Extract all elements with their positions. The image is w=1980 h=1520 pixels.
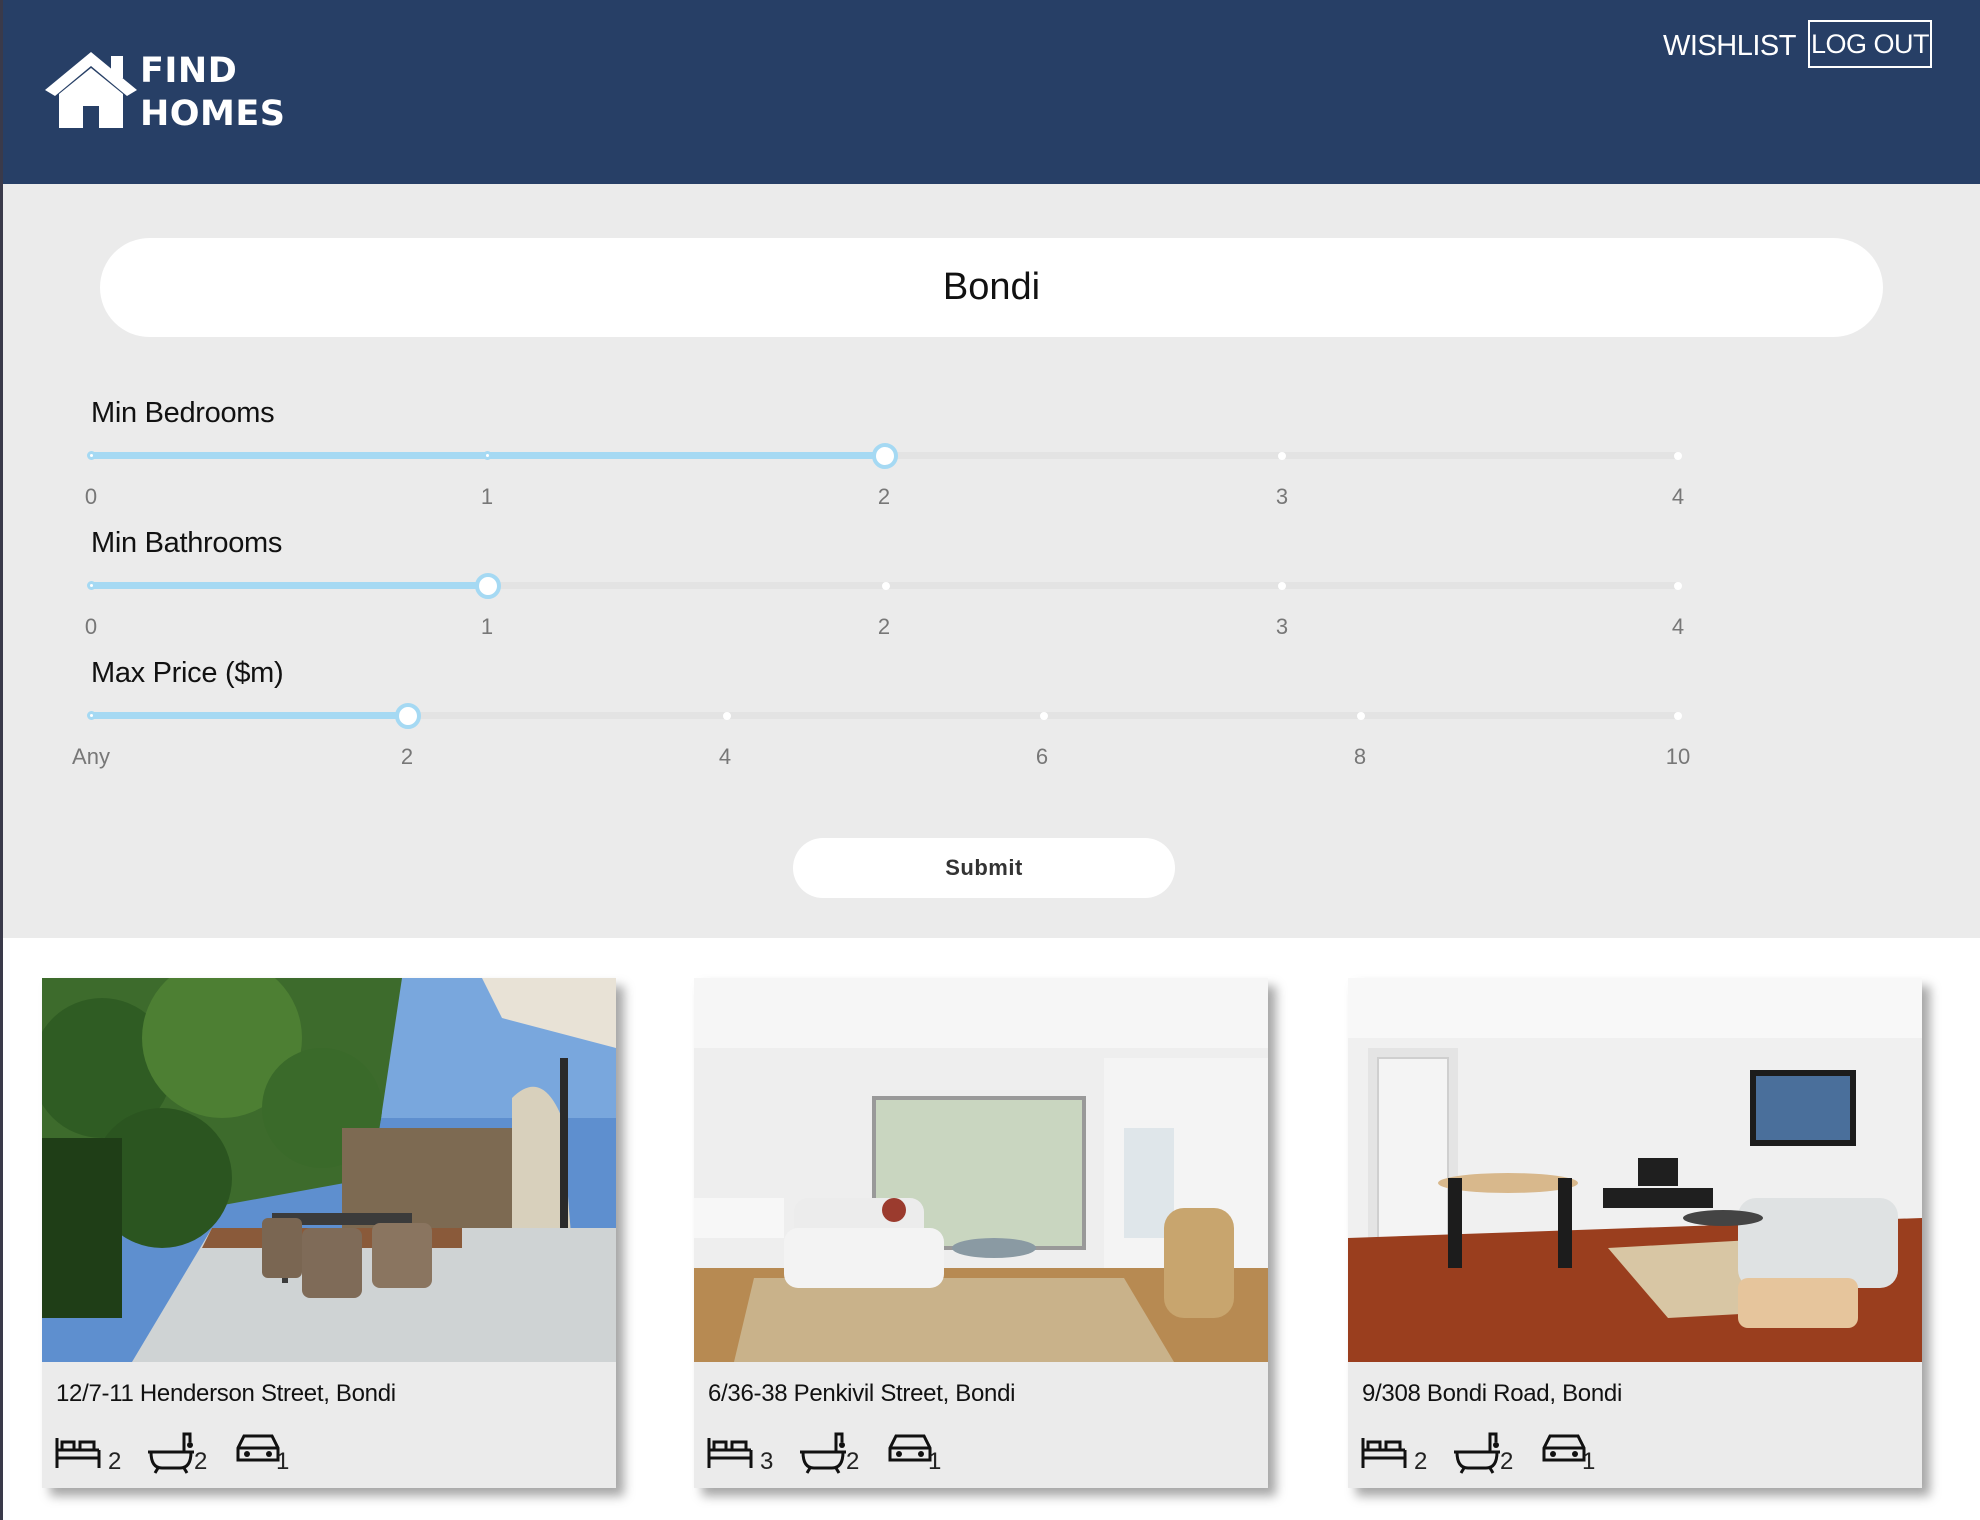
slider-tick-label: 0: [84, 614, 98, 639]
house-icon: [45, 52, 137, 128]
min-bathrooms-label: Min Bathrooms: [91, 527, 283, 559]
slider-tick-label: 2: [877, 614, 891, 639]
min-bedrooms-label: Min Bedrooms: [91, 397, 275, 429]
bed-count: 3: [760, 1448, 774, 1475]
bathtub-icon: [148, 1432, 194, 1474]
slider-step[interactable]: [1040, 712, 1048, 720]
slider-tick-label: 6: [1035, 744, 1049, 769]
listing-photo[interactable]: [42, 978, 616, 1362]
slider-fill: [91, 712, 407, 719]
listing-card[interactable]: 6/36-38 Penkivil Street, Bondi 3 2 1: [694, 978, 1268, 1488]
car-count: 1: [928, 1448, 942, 1475]
car-icon: [1542, 1434, 1586, 1462]
slider-tick-label: Any: [72, 744, 110, 769]
slider-step[interactable]: [1278, 582, 1286, 590]
logo-line-1: FIND: [140, 51, 238, 91]
bath-count: 2: [194, 1448, 208, 1475]
slider-tick-label: 0: [84, 484, 98, 509]
slider-tick-label: 4: [1671, 484, 1685, 509]
slider-tick-label: 2: [877, 484, 891, 509]
bed-icon: [1361, 1438, 1407, 1468]
bed-count: 2: [1414, 1448, 1428, 1475]
slider-fill: [91, 582, 487, 589]
slider-step[interactable]: [882, 582, 890, 590]
car-count: 1: [276, 1448, 290, 1475]
slider-handle[interactable]: [475, 573, 501, 599]
slider-tick-label: 3: [1275, 484, 1289, 509]
bath-count: 2: [846, 1448, 860, 1475]
bed-count: 2: [108, 1448, 122, 1475]
filter-panel: Bondi Min Bedrooms 0 1 2 3 4 Min Bathroo…: [3, 184, 1980, 938]
slider-tick-label: 10: [1665, 744, 1691, 769]
slider-step[interactable]: [1674, 452, 1682, 460]
bed-icon: [707, 1438, 753, 1468]
listing-photo[interactable]: [1348, 978, 1922, 1362]
site-header: FIND HOMES WISHLIST LOG OUT: [3, 0, 1980, 184]
logo-text: FIND HOMES: [140, 50, 286, 136]
suburb-search-input[interactable]: Bondi: [100, 238, 1883, 337]
slider-step[interactable]: [87, 711, 96, 720]
slider-step[interactable]: [1674, 712, 1682, 720]
logo-line-2: HOMES: [140, 94, 286, 134]
bath-count: 2: [1500, 1448, 1514, 1475]
slider-tick-label: 3: [1275, 614, 1289, 639]
slider-step[interactable]: [1357, 712, 1365, 720]
slider-tick-label: 4: [718, 744, 732, 769]
listing-address: 9/308 Bondi Road, Bondi: [1362, 1380, 1622, 1407]
listing-photo[interactable]: [694, 978, 1268, 1362]
logo[interactable]: FIND HOMES: [43, 48, 286, 138]
wishlist-link[interactable]: WISHLIST: [1663, 26, 1796, 66]
slider-handle[interactable]: [395, 703, 421, 729]
slider-step[interactable]: [1674, 582, 1682, 590]
slider-tick-label: 4: [1671, 614, 1685, 639]
slider-tick-label: 1: [480, 614, 494, 639]
slider-step[interactable]: [483, 451, 492, 460]
slider-step[interactable]: [87, 581, 96, 590]
slider-step[interactable]: [87, 451, 96, 460]
slider-tick-label: 2: [400, 744, 414, 769]
listing-card[interactable]: 9/308 Bondi Road, Bondi 2 2 1: [1348, 978, 1922, 1488]
car-icon: [236, 1434, 280, 1462]
car-count: 1: [1582, 1448, 1596, 1475]
bathtub-icon: [800, 1432, 846, 1474]
car-icon: [888, 1434, 932, 1462]
bathtub-icon: [1454, 1432, 1500, 1474]
listing-address: 12/7-11 Henderson Street, Bondi: [56, 1380, 396, 1407]
listing-address: 6/36-38 Penkivil Street, Bondi: [708, 1380, 1016, 1407]
logout-button[interactable]: LOG OUT: [1808, 20, 1932, 68]
bed-icon: [55, 1438, 101, 1468]
slider-handle[interactable]: [872, 443, 898, 469]
slider-step[interactable]: [1278, 452, 1286, 460]
max-price-label: Max Price ($m): [91, 657, 284, 689]
slider-step[interactable]: [723, 712, 731, 720]
slider-tick-label: 1: [480, 484, 494, 509]
slider-tick-label: 8: [1353, 744, 1367, 769]
submit-button[interactable]: Submit: [793, 838, 1175, 898]
listing-card[interactable]: 12/7-11 Henderson Street, Bondi 2 2 1: [42, 978, 616, 1488]
